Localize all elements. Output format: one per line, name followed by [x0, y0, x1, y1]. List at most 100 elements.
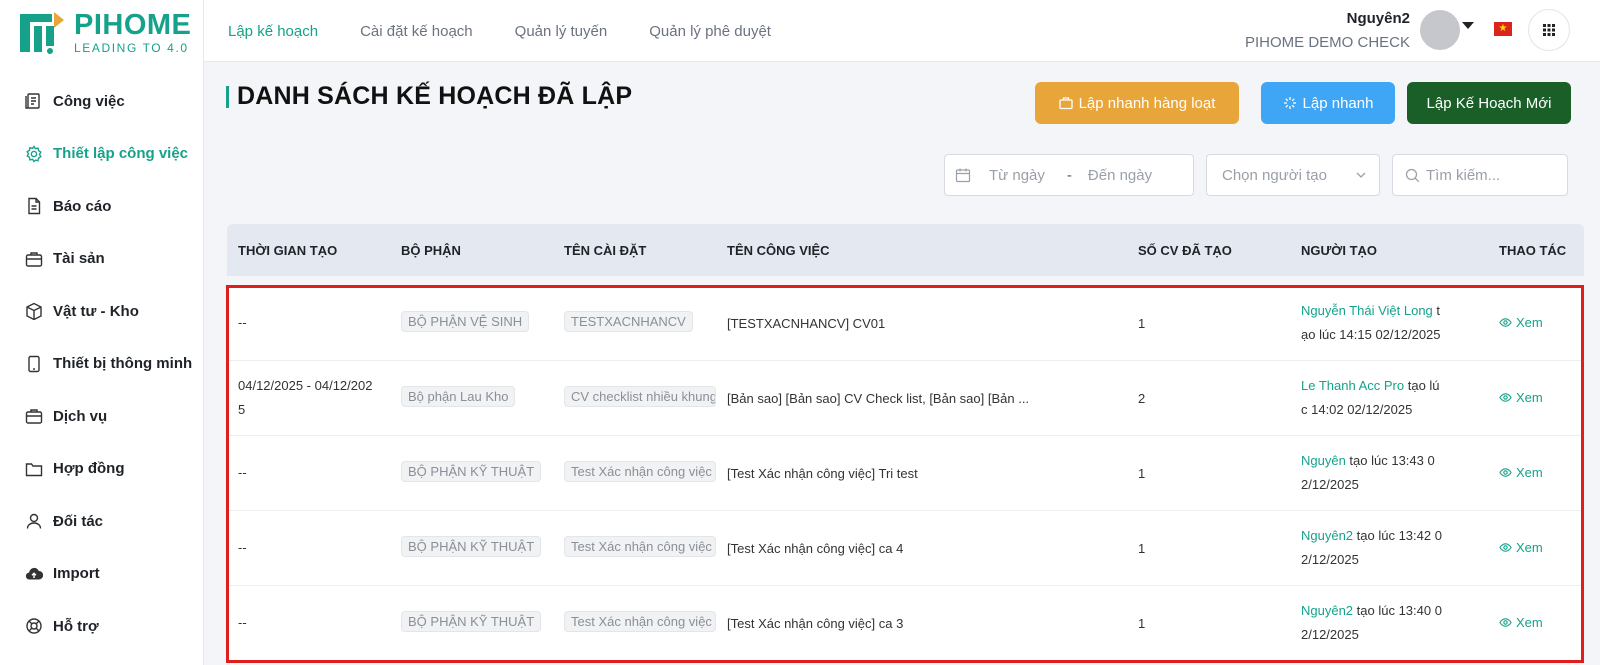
sidebar-item-doi-tac[interactable]: Đối tác: [0, 495, 204, 548]
quick-create-button[interactable]: Lập nhanh: [1261, 82, 1395, 124]
created-at-text: t: [1432, 303, 1441, 318]
vietnam-flag-icon[interactable]: ★: [1494, 22, 1512, 36]
box-icon: [24, 301, 44, 321]
table-row[interactable]: -- BỘ PHẬN KỸ THUẬT Test Xác nhận công v…: [227, 436, 1584, 511]
created-at-text: 2/12/2025: [1301, 627, 1359, 642]
view-button[interactable]: Xem: [1499, 465, 1543, 480]
view-label: Xem: [1516, 389, 1543, 405]
brand-name: PIHOME: [74, 9, 192, 41]
view-button[interactable]: Xem: [1499, 315, 1543, 330]
created-time-line: --: [238, 540, 247, 555]
creator-link[interactable]: Nguyên2: [1301, 528, 1353, 543]
creator-link[interactable]: Nguyên2: [1301, 603, 1353, 618]
bulk-quick-create-button[interactable]: Lập nhanh hàng loạt: [1035, 82, 1239, 124]
column-header[interactable]: TÊN CÀI ĐẶT: [556, 243, 719, 258]
tablet-icon: [24, 354, 44, 374]
sidebar-item-label: Hợp đồng: [53, 460, 125, 478]
new-plan-button[interactable]: Lập Kế Hoạch Mới: [1407, 82, 1571, 124]
action-cell: Xem: [1479, 390, 1584, 407]
table-row[interactable]: 04/12/2025 - 04/12/202 5 Bộ phận Lau Kho …: [227, 361, 1584, 436]
table-row[interactable]: -- BỘ PHẬN KỸ THUẬT Test Xác nhận công v…: [227, 586, 1584, 661]
report-icon: [24, 196, 44, 216]
creator-cell: Nguyên2 tạo lúc 13:40 0 2/12/2025: [1293, 599, 1479, 647]
calendar-icon: [955, 168, 971, 183]
department-chip: Bộ phận Lau Kho: [401, 386, 516, 407]
sidebar-item-thiet-bi-thong-minh[interactable]: Thiết bị thông minh: [0, 338, 204, 391]
setting-chip: Test Xác nhận công việc: [564, 611, 716, 632]
plan-table: THỜI GIAN TẠO BỘ PHẬN TÊN CÀI ĐẶT TÊN CÔ…: [227, 224, 1584, 661]
search-box[interactable]: [1392, 154, 1568, 196]
eye-icon: [1499, 542, 1512, 552]
view-button[interactable]: Xem: [1499, 540, 1543, 555]
top-tabs: Lập kế hoạch Cài đặt kế hoạch Quản lý tu…: [228, 0, 813, 62]
column-header[interactable]: NGƯỜI TẠO: [1293, 243, 1479, 258]
table-header: THỜI GIAN TẠO BỘ PHẬN TÊN CÀI ĐẶT TÊN CÔ…: [227, 224, 1584, 276]
top-bar: Lập kế hoạch Cài đặt kế hoạch Quản lý tu…: [204, 0, 1600, 62]
setting-chip: CV checklist nhiều khung: [564, 386, 716, 407]
search-input[interactable]: [1426, 166, 1567, 184]
date-range-picker[interactable]: Từ ngày - Đến ngày: [944, 154, 1194, 196]
setting-cell: Test Xác nhận công việc: [556, 611, 719, 635]
creator-link[interactable]: Nguyên: [1301, 453, 1346, 468]
created-at-text: ạo lúc 14:15 02/12/2025: [1301, 327, 1441, 342]
creator-cell: Nguyên2 tạo lúc 13:42 0 2/12/2025: [1293, 524, 1479, 572]
from-date-input[interactable]: Từ ngày: [989, 167, 1045, 184]
sidebar-item-label: Dịch vụ: [53, 407, 108, 425]
job-count-cell: 1: [1138, 465, 1146, 481]
setting-chip: Test Xác nhận công việc: [564, 461, 716, 482]
table-row[interactable]: -- BỘ PHẬN VỆ SINH TESTXACNHANCV [TESTXA…: [227, 286, 1584, 361]
tab-quan-ly-tuyen[interactable]: Quản lý tuyến: [515, 23, 608, 40]
department-chip: BỘ PHẬN VỆ SINH: [401, 311, 530, 332]
column-header[interactable]: BỘ PHẬN: [393, 243, 556, 258]
person-icon: [24, 511, 44, 531]
sidebar-item-label: Vật tư - Kho: [53, 302, 139, 320]
document-icon: [24, 91, 44, 111]
job-count-cell: 1: [1138, 615, 1146, 631]
tab-cai-dat-ke-hoach[interactable]: Cài đặt kế hoạch: [360, 23, 473, 40]
sidebar-item-import[interactable]: Import: [0, 548, 204, 601]
created-time-line: 5: [238, 402, 246, 417]
department-cell: Bộ phận Lau Kho: [393, 386, 556, 410]
sidebar-item-label: Hỗ trợ: [53, 617, 99, 635]
caret-down-icon[interactable]: [1462, 22, 1474, 29]
sidebar-item-label: Đối tác: [53, 512, 104, 530]
creator-cell: Le Thanh Acc Pro tạo lú c 14:02 02/12/202…: [1293, 374, 1479, 422]
column-header[interactable]: SỐ CV ĐÃ TẠO: [1130, 243, 1293, 258]
creator-select[interactable]: Chọn người tạo: [1206, 154, 1380, 196]
sidebar-item-hop-dong[interactable]: Hợp đồng: [0, 443, 204, 496]
logo[interactable]: PIHOME LEADING TO 4.0: [18, 9, 192, 56]
creator-cell: Nguyễn Thái Việt Long t ạo lúc 14:15 02/1…: [1293, 299, 1479, 347]
view-button[interactable]: Xem: [1499, 615, 1543, 630]
sidebar-item-label: Tài sản: [53, 250, 105, 268]
job-name-cell: [Test Xác nhận công việc] ca 3: [727, 615, 904, 631]
spinner-icon: [1283, 96, 1297, 110]
tab-quan-ly-phe-duyet[interactable]: Quản lý phê duyệt: [649, 23, 771, 40]
setting-cell: Test Xác nhận công việc: [556, 536, 719, 560]
brand-tagline: LEADING TO 4.0: [74, 41, 189, 55]
view-button[interactable]: Xem: [1499, 390, 1543, 405]
sidebar-item-vat-tu-kho[interactable]: Vật tư - Kho: [0, 285, 204, 338]
table-row[interactable]: -- BỘ PHẬN KỸ THUẬT Test Xác nhận công v…: [227, 511, 1584, 586]
action-cell: Xem: [1479, 465, 1584, 482]
creator-link[interactable]: Nguyễn Thái Việt Long: [1301, 303, 1433, 318]
created-time-cell: --: [227, 461, 393, 485]
sidebar-item-bao-cao[interactable]: Báo cáo: [0, 180, 204, 233]
bulk-quick-create-label: Lập nhanh hàng loạt: [1078, 94, 1216, 112]
created-at-text: 2/12/2025: [1301, 477, 1359, 492]
creator-link[interactable]: Le Thanh Acc Pro: [1301, 378, 1404, 393]
sidebar-item-cong-viec[interactable]: Công việc: [0, 75, 204, 128]
quick-create-label: Lập nhanh: [1302, 94, 1374, 112]
avatar[interactable]: [1420, 10, 1460, 50]
apps-grid-button[interactable]: [1528, 9, 1570, 51]
sidebar-item-ho-tro[interactable]: Hỗ trợ: [0, 600, 204, 653]
column-header[interactable]: THỜI GIAN TẠO: [227, 243, 393, 258]
sidebar-item-dich-vu[interactable]: Dịch vụ: [0, 390, 204, 443]
sidebar-item-thiet-lap-cong-viec[interactable]: Thiết lập công việc: [0, 128, 204, 181]
column-header[interactable]: TÊN CÔNG VIỆC: [719, 243, 1130, 258]
action-cell: Xem: [1479, 540, 1584, 557]
tab-lap-ke-hoach[interactable]: Lập kế hoạch: [228, 23, 318, 40]
logo-mark-icon: [20, 12, 64, 54]
to-date-input[interactable]: Đến ngày: [1088, 167, 1152, 184]
chevron-down-icon: [1356, 172, 1366, 178]
sidebar-item-tai-san[interactable]: Tài sản: [0, 233, 204, 286]
